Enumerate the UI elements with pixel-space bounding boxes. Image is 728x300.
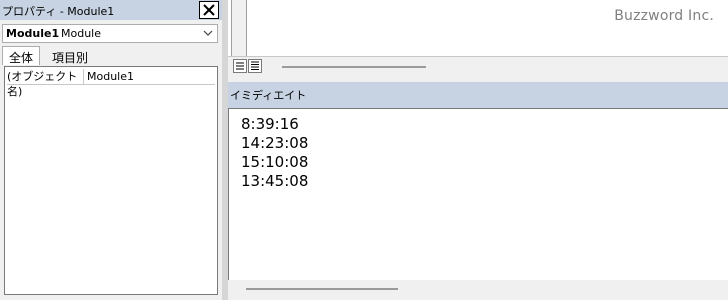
full-module-view-button[interactable] — [248, 59, 262, 73]
object-type: Module — [61, 27, 101, 40]
object-name: Module1 — [6, 27, 60, 40]
close-button[interactable] — [199, 1, 219, 19]
immediate-title-bar[interactable]: イミディエイト — [228, 82, 728, 108]
tab-categorized[interactable]: 項目別 — [50, 46, 100, 65]
tab-alphabetic[interactable]: 全体 — [2, 46, 40, 65]
immediate-line: 14:23:08 — [241, 134, 309, 152]
tab-categorized-label: 項目別 — [52, 51, 89, 65]
immediate-horizontal-scrollbar[interactable] — [228, 280, 728, 300]
object-selector-dropdown[interactable]: Module1 Module — [2, 24, 218, 43]
scrollbar-thumb[interactable] — [246, 288, 398, 290]
property-value[interactable]: Module1 — [87, 69, 134, 84]
code-margin-indicator-bar — [231, 0, 247, 56]
code-window[interactable]: Buzzword Inc. — [228, 0, 728, 56]
full-module-view-icon — [251, 61, 259, 70]
code-horizontal-scrollbar[interactable] — [282, 66, 426, 68]
close-icon — [203, 4, 215, 16]
immediate-line: 8:39:16 — [241, 115, 299, 133]
tab-alphabetic-label: 全体 — [9, 51, 34, 65]
property-row-name[interactable]: (オブジェクト名) Module1 — [7, 69, 215, 98]
property-name: (オブジェクト名) — [7, 69, 84, 98]
code-window-footer — [228, 56, 728, 77]
procedure-view-icon — [236, 62, 244, 70]
immediate-title: イミディエイト — [230, 89, 307, 102]
properties-title: プロパティ - Module1 — [2, 5, 115, 18]
watermark: Buzzword Inc. — [614, 8, 714, 24]
property-grid: (オブジェクト名) Module1 — [4, 66, 218, 295]
procedure-view-button[interactable] — [233, 59, 247, 73]
immediate-line: 13:45:08 — [241, 172, 309, 190]
chevron-down-icon — [203, 30, 213, 36]
properties-title-bar[interactable]: プロパティ - Module1 — [0, 0, 222, 20]
properties-window: プロパティ - Module1 Module1 Module 全体 項目別 (オ… — [0, 0, 222, 300]
immediate-output[interactable]: 8:39:16 14:23:08 15:10:08 13:45:08 — [228, 108, 728, 280]
immediate-line: 15:10:08 — [241, 153, 309, 171]
